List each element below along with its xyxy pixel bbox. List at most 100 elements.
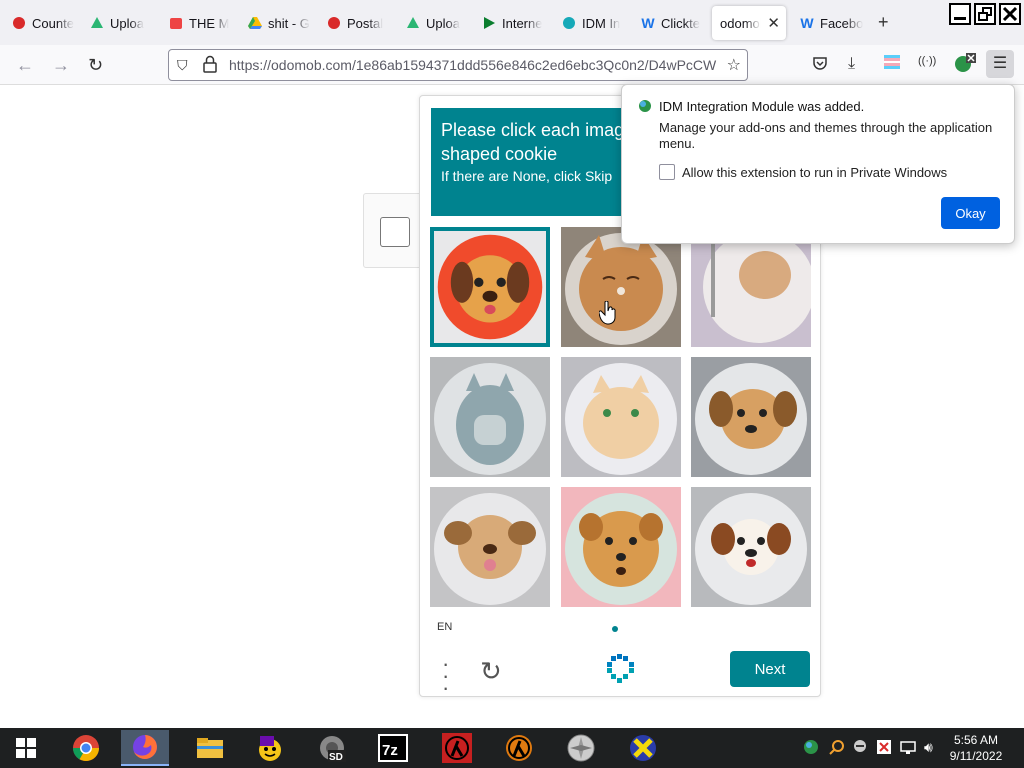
url-text[interactable]: https://odomob.com/1e86ab1594371ddd556e8…	[229, 57, 719, 73]
forward-arrow-icon[interactable]: →	[52, 55, 70, 76]
compass-icon[interactable]	[557, 730, 605, 766]
lock-icon[interactable]	[203, 55, 217, 78]
w-blue-icon: W	[641, 15, 655, 31]
challenge-tile-3[interactable]	[691, 227, 811, 347]
firefox-icon[interactable]	[121, 730, 169, 766]
taskbar-clock[interactable]: 5:56 AM 9/11/2022	[948, 732, 1004, 764]
tab-2[interactable]: Uploa	[82, 6, 154, 40]
tab-label: IDM In	[582, 15, 621, 31]
tab-label: Clickte	[661, 15, 701, 31]
tab-8[interactable]: IDM In	[554, 6, 626, 40]
recycle-green-icon	[90, 16, 104, 30]
tab-11[interactable]: W Facebo	[792, 6, 864, 40]
hcaptcha-logo-icon[interactable]	[603, 652, 637, 686]
tab-10[interactable]: odomob ✕	[712, 6, 786, 40]
tab-strip: Counte Uploa THE M shit - G Postal Uploa…	[0, 0, 1024, 45]
restore-button[interactable]	[974, 3, 996, 25]
private-windows-checkbox[interactable]	[659, 164, 675, 180]
address-bar[interactable]: ⛉ https://odomob.com/1e86ab1594371ddd556…	[168, 49, 748, 81]
challenge-tile-2[interactable]	[561, 227, 681, 347]
half-life-icon[interactable]	[495, 730, 543, 766]
challenge-tile-5[interactable]	[561, 357, 681, 477]
windows-taskbar: SD 7z 🔊︎ 5:56 AM 9/11/2022	[0, 728, 1024, 768]
reload-icon[interactable]: ↻	[88, 55, 103, 76]
bell-red-icon	[327, 16, 341, 30]
7zip-icon[interactable]: 7z	[369, 730, 417, 766]
yahoo-messenger-icon[interactable]	[246, 730, 294, 766]
reader-extension-icon[interactable]: ((·))	[918, 55, 936, 67]
extension-flag-icon[interactable]	[884, 55, 900, 74]
tab-label: shit - G	[268, 15, 310, 31]
tab-label: Interne	[502, 15, 543, 31]
start-icon[interactable]	[2, 730, 50, 766]
tab-6[interactable]: Uploa	[398, 6, 470, 40]
idm-teal-icon	[562, 16, 576, 30]
next-button[interactable]: Next	[730, 651, 810, 687]
network-globe-icon[interactable]	[803, 739, 819, 758]
clock-time: 5:56 AM	[953, 733, 999, 747]
volume-icon[interactable]: 🔊︎	[924, 739, 933, 756]
new-tab-icon[interactable]: +	[878, 12, 889, 33]
bookmark-star-icon[interactable]: ☆	[727, 55, 741, 75]
navigation-bar: ← → ↻ ⛉ https://odomob.com/1e86ab1594371…	[0, 45, 1024, 85]
svg-text:SD: SD	[329, 752, 343, 763]
tab-1[interactable]: Counte	[4, 6, 82, 40]
downloads-icon[interactable]: ⤓	[848, 55, 855, 73]
display-tray-icon[interactable]	[900, 739, 916, 758]
tab-label: THE M	[189, 15, 230, 31]
more-options-icon[interactable]: · · ·	[442, 653, 449, 699]
extension-added-popup: IDM Integration Module was added. Manage…	[621, 84, 1015, 244]
captcha-checkbox[interactable]	[380, 217, 410, 247]
minimize-button[interactable]	[949, 3, 971, 25]
idm-globe-icon	[638, 99, 652, 113]
chrome-icon[interactable]	[62, 730, 110, 766]
tab-label: Counte	[32, 15, 74, 31]
challenge-tile-7[interactable]	[430, 487, 550, 607]
captcha-checkbox-widget	[363, 193, 423, 268]
tab-label: Postal	[347, 15, 384, 31]
pocket-icon[interactable]	[812, 55, 828, 76]
challenge-tile-1[interactable]	[430, 227, 550, 347]
svg-text:7z: 7z	[382, 742, 398, 759]
tab-9[interactable]: W Clickte	[633, 6, 705, 40]
challenge-tile-6[interactable]	[691, 357, 811, 477]
okay-button[interactable]: Okay	[941, 197, 1000, 229]
idm-extension-icon[interactable]	[954, 53, 976, 78]
tab-5[interactable]: Postal	[319, 6, 391, 40]
popup-title: IDM Integration Module was added.	[659, 99, 865, 114]
w-blue-icon: W	[800, 15, 814, 31]
private-windows-label[interactable]: Allow this extension to run in Private W…	[682, 165, 947, 180]
tab-7[interactable]: Interne	[474, 6, 546, 40]
hand-cursor-icon	[598, 300, 617, 325]
calendar-red-icon	[169, 16, 183, 30]
google-drive-icon	[248, 16, 262, 30]
sd-tool-icon[interactable]: SD	[308, 730, 356, 766]
search-tray-icon[interactable]	[829, 739, 845, 758]
tab-3[interactable]: THE M	[161, 6, 233, 40]
challenge-tile-8[interactable]	[561, 487, 681, 607]
recycle-green-icon	[406, 16, 420, 30]
popup-message: Manage your add-ons and themes through t…	[659, 120, 993, 151]
tab-label: Facebo	[820, 15, 864, 31]
shield-icon[interactable]: ⛉	[177, 57, 188, 74]
hamburger-menu-icon[interactable]: ☰	[986, 50, 1014, 78]
bell-red-icon	[12, 16, 26, 30]
play-green-icon	[482, 16, 496, 30]
language-selector[interactable]: EN	[437, 621, 452, 633]
security-shield-icon[interactable]	[876, 739, 892, 758]
tab-label: odomob	[720, 15, 761, 31]
minus-circle-icon[interactable]	[853, 739, 867, 756]
back-arrow-icon[interactable]: ←	[16, 55, 34, 76]
challenge-tile-4[interactable]	[430, 357, 550, 477]
x-app-icon[interactable]	[619, 730, 667, 766]
clock-date: 9/11/2022	[949, 749, 1003, 763]
tab-4[interactable]: shit - G	[240, 6, 312, 40]
challenge-tile-9[interactable]	[691, 487, 811, 607]
tab-label: Uploa	[110, 15, 144, 31]
refresh-challenge-icon[interactable]: ↻	[480, 656, 502, 687]
close-window-button[interactable]	[999, 3, 1021, 25]
file-explorer-icon[interactable]	[186, 730, 234, 766]
page-indicator-dot	[612, 626, 618, 632]
half-life-icon[interactable]	[433, 730, 481, 766]
close-tab-icon[interactable]: ✕	[767, 14, 780, 32]
